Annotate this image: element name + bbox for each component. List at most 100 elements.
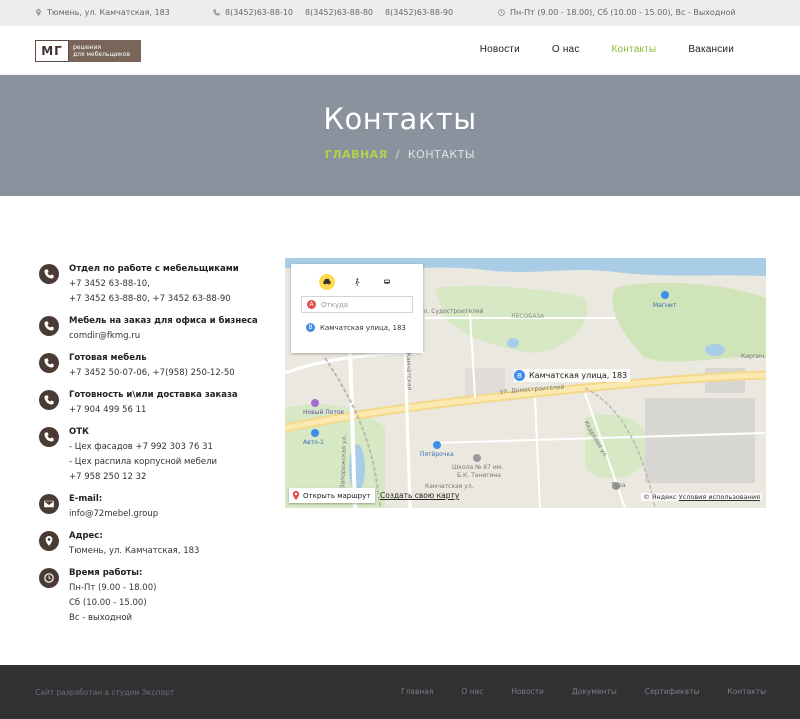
map-terms-link[interactable]: Условия использования	[679, 493, 760, 501]
nav-about[interactable]: О нас	[552, 44, 580, 55]
route-from-placeholder: Откуда	[321, 300, 349, 309]
phone-icon	[44, 269, 54, 279]
contact-icon-wrap	[39, 353, 59, 373]
nav-vacancies[interactable]: Вакансии	[688, 44, 734, 55]
contact-item: E-mail: info@72mebel.group	[39, 492, 269, 522]
logo-tagline-line2: для мебельщиков	[73, 51, 130, 58]
breadcrumb: ГЛАВНАЯ / КОНТАКТЫ	[0, 148, 800, 161]
yandex-map[interactable]: ул. Судостроителей ЛЕСОБАЗА Магнит Кирпи…	[285, 258, 766, 508]
destination-pin-icon: B	[514, 370, 525, 381]
contact-line[interactable]: +7 3452 63-88-10,	[69, 277, 239, 292]
contact-line[interactable]: info@72mebel.group	[69, 507, 158, 522]
create-map-link[interactable]: Создать свою карту	[380, 491, 459, 500]
logo-tagline: решения для мебельщиков	[69, 40, 141, 62]
map-label-kamchatskaya-v: Камчатская	[404, 352, 413, 391]
contact-body: ОТК - Цех фасадов +7 992 303 76 31- Цех р…	[69, 425, 217, 485]
contact-line[interactable]: comdir@fkmg.ru	[69, 329, 258, 344]
contact-line[interactable]: +7 904 499 56 11	[69, 403, 238, 418]
footer-link-news[interactable]: Новости	[511, 687, 544, 696]
contact-icon-wrap	[39, 427, 59, 447]
footer-link-contacts[interactable]: Контакты	[727, 687, 766, 696]
top-info-bar: Тюмень, ул. Камчатская, 183 8(3452)63-88…	[0, 0, 800, 26]
topbar-address: Тюмень, ул. Камчатская, 183	[35, 8, 170, 17]
map-label-novy-potok: Новый Поток	[303, 409, 345, 416]
topbar-address-text: Тюмень, ул. Камчатская, 183	[47, 8, 170, 17]
mode-walk[interactable]	[349, 274, 365, 290]
topbar-phones: 8(3452)63-88-10 8(3452)63-88-80 8(3452)6…	[213, 8, 460, 17]
contact-line[interactable]: +7 3452 50-07-06, +7(958) 250-12-50	[69, 366, 235, 381]
contact-title: Время работы:	[69, 568, 143, 578]
contact-line[interactable]: Пн-Пт (9.00 - 18.00)	[69, 581, 156, 596]
mode-car[interactable]	[319, 274, 335, 290]
footer-link-documents[interactable]: Документы	[572, 687, 617, 696]
footer-link-certificates[interactable]: Сертификаты	[645, 687, 700, 696]
map-label-sudostroiteley: ул. Судостроителей	[420, 308, 484, 315]
logo-mark: МГ	[35, 40, 69, 62]
clock-icon	[44, 573, 54, 583]
contact-line[interactable]: - Цех фасадов +7 992 303 76 31	[69, 440, 217, 455]
clock-icon	[498, 9, 505, 16]
contact-body: E-mail: info@72mebel.group	[69, 492, 158, 522]
contact-icon-wrap	[39, 494, 59, 514]
contact-item: ОТК - Цех фасадов +7 992 303 76 31- Цех р…	[39, 425, 269, 485]
topbar-hours-text: Пн-Пт (9.00 - 18.00), Сб (10.00 - 15.00)…	[510, 8, 736, 17]
contact-line[interactable]: +7 3452 63-88-80, +7 3452 63-88-90	[69, 292, 239, 307]
contact-body: Готовая мебель +7 3452 50-07-06, +7(958) …	[69, 351, 235, 381]
map-copyright: © Яндекс Условия использования	[641, 493, 762, 501]
topbar-phone-3[interactable]: 8(3452)63-88-90	[385, 8, 453, 17]
contact-icon-wrap	[39, 531, 59, 551]
phone-icon	[213, 9, 220, 16]
route-to-input[interactable]: B Камчатская улица, 183	[301, 319, 413, 336]
bus-icon	[384, 279, 390, 284]
map-label-pyaterochka: Пятёрочка	[420, 451, 454, 458]
mode-transit[interactable]	[379, 274, 395, 290]
page-title: Контакты	[323, 102, 477, 136]
contact-line[interactable]: Сб (10.00 - 15.00)	[69, 596, 156, 611]
topbar-phone-1[interactable]: 8(3452)63-88-10	[225, 8, 293, 17]
contact-icon-wrap	[39, 390, 59, 410]
destination-label: Камчатская улица, 183	[529, 371, 628, 380]
map-pin-icon	[292, 491, 300, 500]
contact-item: Готовность и\или доставка заказа +7 904 4…	[39, 388, 269, 418]
breadcrumb-home[interactable]: ГЛАВНАЯ	[325, 148, 388, 161]
route-mode-switch	[291, 274, 423, 290]
route-to-value: Камчатская улица, 183	[320, 323, 406, 332]
map-label-kamchatskaya: Камчатская ул.	[425, 483, 474, 490]
car-icon	[323, 278, 331, 285]
main-nav: Новости О нас Контакты Вакансии	[448, 44, 734, 55]
open-route-button[interactable]: Открыть маршрут	[289, 488, 376, 503]
contact-line[interactable]: Вс - выходной	[69, 611, 156, 626]
topbar-hours: Пн-Пт (9.00 - 18.00), Сб (10.00 - 15.00)…	[498, 8, 736, 17]
logo-tagline-line1: решения	[73, 44, 102, 51]
contact-item: Отдел по работе с мебельщиками +7 3452 63…	[39, 262, 269, 307]
site-footer: Сайт разработан в студии Экспорт Главная…	[0, 665, 800, 719]
contact-title: Адрес:	[69, 531, 103, 541]
contact-icon-wrap	[39, 568, 59, 588]
contact-title: Готовая мебель	[69, 353, 147, 363]
nav-contacts[interactable]: Контакты	[612, 44, 657, 55]
contact-body: Адрес: Тюмень, ул. Камчатская, 183	[69, 529, 199, 559]
route-panel: A Откуда B Камчатская улица, 183	[291, 264, 423, 353]
site-logo[interactable]: МГ решения для мебельщиков	[35, 40, 141, 62]
map-label-lesobaza: ЛЕСОБАЗА	[511, 313, 545, 320]
map-label-kirpich: Кирпич	[741, 353, 765, 360]
route-from-input[interactable]: A Откуда	[301, 296, 413, 313]
map-label-auto1: Авто-1	[303, 439, 324, 446]
contact-line[interactable]: +7 958 250 12 32	[69, 470, 217, 485]
contacts-list: Отдел по работе с мебельщиками +7 3452 63…	[39, 262, 269, 633]
map-destination-marker[interactable]: B Камчатская улица, 183	[514, 369, 631, 382]
topbar-phone-2[interactable]: 8(3452)63-88-80	[305, 8, 373, 17]
nav-news[interactable]: Новости	[480, 44, 520, 55]
contact-line[interactable]: Тюмень, ул. Камчатская, 183	[69, 544, 199, 559]
footer-link-home[interactable]: Главная	[401, 687, 433, 696]
contact-line[interactable]: - Цех распила корпусной мебели	[69, 455, 217, 470]
walk-icon	[355, 278, 360, 286]
contact-body: Готовность и\или доставка заказа +7 904 4…	[69, 388, 238, 418]
map-label-school-line2: Б.К. Танигина	[457, 472, 501, 479]
map-label-tura: Тура	[611, 482, 626, 489]
contact-body: Отдел по работе с мебельщиками +7 3452 63…	[69, 262, 239, 307]
footer-link-about[interactable]: О нас	[461, 687, 483, 696]
footer-credit[interactable]: Сайт разработан в студии Экспорт	[35, 688, 174, 697]
contact-icon-wrap	[39, 316, 59, 336]
contact-title: Готовность и\или доставка заказа	[69, 390, 238, 400]
